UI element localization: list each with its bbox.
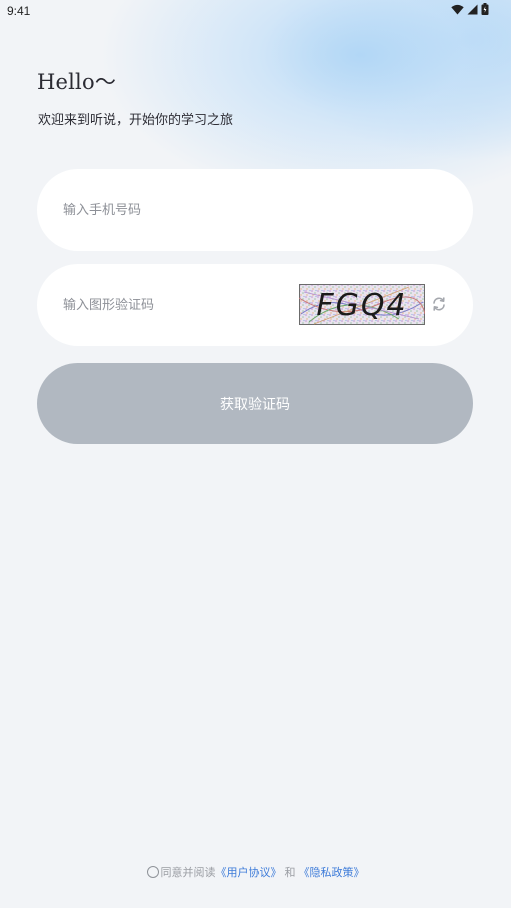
wifi-icon — [451, 4, 464, 14]
signal-icon — [467, 4, 478, 14]
phone-field — [37, 169, 473, 251]
agreement-checkbox[interactable] — [146, 866, 159, 878]
captcha-image[interactable]: FGQ4 — [299, 284, 425, 325]
refresh-icon[interactable] — [431, 296, 447, 312]
agreement-row: 同意并阅读 《用户协议》 和 《隐私政策》 — [0, 864, 511, 880]
user-agreement-link[interactable]: 《用户协议》 — [216, 864, 282, 880]
captcha-text: FGQ4 — [316, 288, 407, 323]
get-code-button[interactable]: 获取验证码 — [37, 363, 473, 444]
captcha-field: FGQ4 — [37, 264, 473, 346]
greeting-title: Hello〜 — [37, 70, 117, 94]
battery-icon — [481, 3, 489, 15]
privacy-policy-link[interactable]: 《隐私政策》 — [299, 864, 365, 880]
status-icons — [451, 3, 489, 15]
status-time: 9:41 — [7, 4, 31, 18]
captcha-input[interactable] — [63, 264, 283, 346]
status-bar: 9:41 — [0, 0, 511, 22]
agreement-prefix: 同意并阅读 — [160, 866, 216, 879]
greeting-subtitle: 欢迎来到听说，开始你的学习之旅 — [38, 113, 234, 128]
agreement-conjunction: 和 — [284, 866, 296, 879]
phone-input[interactable] — [63, 169, 443, 251]
